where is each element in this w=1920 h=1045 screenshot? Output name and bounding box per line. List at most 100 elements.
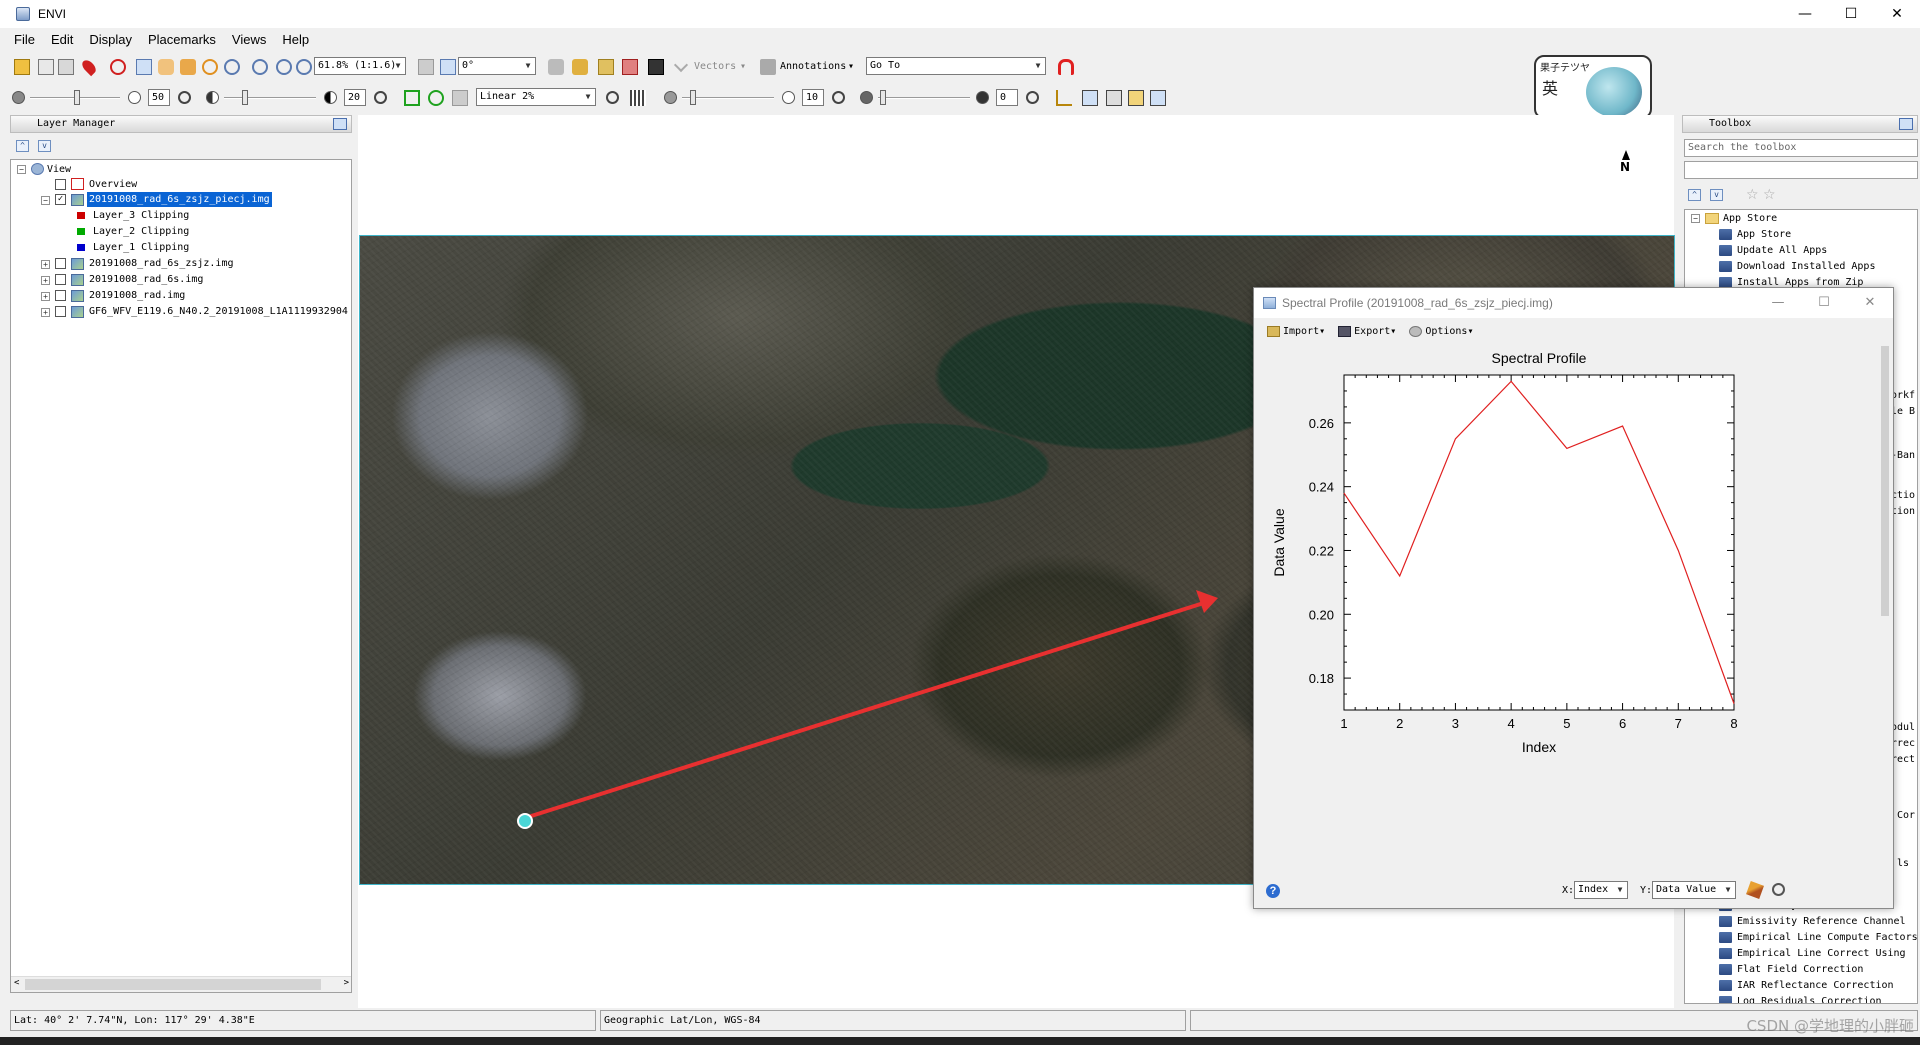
view-blend-icon[interactable] [1106, 90, 1122, 106]
minimize-button[interactable]: — [1782, 0, 1828, 28]
transparency-value[interactable]: 0 [996, 89, 1018, 106]
pan-icon[interactable] [158, 59, 174, 75]
image-icon[interactable] [1082, 90, 1098, 106]
dock-icon[interactable] [333, 118, 347, 130]
dock-icon[interactable] [1899, 118, 1913, 130]
tool-update-all-apps[interactable]: Update All Apps [1737, 243, 1827, 258]
expand-toggle[interactable]: − [1691, 214, 1700, 223]
expand-toggle[interactable]: − [41, 196, 50, 205]
tool-empirical-line-compute[interactable]: Empirical Line Compute Factors [1737, 930, 1917, 945]
expand-all-icon[interactable]: v [38, 140, 51, 152]
reset-transparency-icon[interactable] [1026, 91, 1039, 104]
data-manager-icon[interactable] [38, 59, 54, 75]
tool-iar-reflectance[interactable]: IAR Reflectance Correction [1737, 978, 1894, 993]
layer-item[interactable]: 20191008_rad_6s.img [89, 272, 203, 287]
stretch-icon[interactable] [404, 90, 420, 106]
expand-toggle[interactable]: + [41, 292, 50, 301]
chip-view-icon[interactable] [58, 59, 74, 75]
rotate-right-icon[interactable] [440, 59, 456, 75]
brightness-slider[interactable] [30, 90, 120, 105]
zoom-full-icon[interactable] [296, 59, 312, 75]
toolbox-folder-app-store[interactable]: App Store [1723, 211, 1777, 226]
expand-all-icon[interactable]: v [1710, 189, 1723, 201]
layer-item[interactable]: 20191008_rad_6s_zsjz.img [89, 256, 234, 271]
hand-icon[interactable] [548, 59, 564, 75]
spectral-profile-plot[interactable]: Spectral Profile Index Data Value 1 2 3 4 5 6 7 8 0… [1260, 345, 1880, 865]
expand-toggle[interactable]: + [41, 260, 50, 269]
maximize-button[interactable]: ☐ [1828, 0, 1874, 28]
layer-checkbox[interactable]: ✓ [55, 194, 66, 205]
crosshair-icon[interactable] [110, 59, 126, 75]
zoom-combo[interactable]: 61.8% (1:1.6) ▼ [314, 57, 406, 75]
tool-app-store[interactable]: App Store [1737, 227, 1791, 242]
menu-help[interactable]: Help [274, 28, 317, 52]
transparency-slider[interactable] [878, 90, 970, 105]
options-menu[interactable]: Options ▾ [1409, 325, 1474, 337]
expand-toggle[interactable]: + [41, 276, 50, 285]
rotate-left-icon[interactable] [418, 59, 434, 75]
menu-placemarks[interactable]: Placemarks [140, 28, 224, 52]
stretch-full-icon[interactable] [452, 90, 468, 106]
annotate-icon[interactable] [598, 59, 614, 75]
fly-icon[interactable] [180, 59, 196, 75]
favorite-star-icon[interactable]: ☆ ☆ [1746, 187, 1776, 203]
tool-emissivity-reference-channel[interactable]: Emissivity Reference Channel [1737, 914, 1906, 929]
menu-views[interactable]: Views [224, 28, 274, 52]
expand-toggle[interactable]: + [41, 308, 50, 317]
export-menu[interactable]: Export ▾ [1338, 325, 1396, 337]
help-icon[interactable]: ? [1266, 884, 1280, 898]
tool-log-residuals[interactable]: Log Residuals Correction [1737, 994, 1882, 1003]
sp-close-button[interactable]: ✕ [1847, 288, 1893, 318]
toolbox-search[interactable]: Search the toolbox [1684, 139, 1918, 157]
overview-checkbox[interactable] [55, 179, 66, 190]
layer-3-clipping[interactable]: Layer_3 Clipping [93, 208, 189, 223]
layer-item[interactable]: 20191008_rad.img [89, 288, 185, 303]
contrast-value[interactable]: 20 [344, 89, 366, 106]
layer-selected[interactable]: 20191008_rad_6s_zsjz_piecj.img [87, 192, 272, 207]
view-flicker-icon[interactable] [1128, 90, 1144, 106]
menu-file[interactable]: File [0, 28, 43, 52]
refresh-stretch-icon[interactable] [606, 91, 619, 104]
close-button[interactable]: ✕ [1874, 0, 1920, 28]
stretch-view-icon[interactable] [428, 90, 444, 106]
collapse-all-icon[interactable]: ^ [1688, 189, 1701, 201]
view-swipe-icon[interactable] [1150, 90, 1166, 106]
zoom-in-icon[interactable] [252, 59, 268, 75]
layer-1-clipping[interactable]: Layer_1 Clipping [93, 240, 189, 255]
brush-icon[interactable] [1746, 881, 1764, 899]
placemark-icon[interactable] [79, 57, 99, 77]
expand-toggle[interactable]: − [17, 165, 26, 174]
sharpen-value[interactable]: 10 [802, 89, 824, 106]
profile-icon[interactable] [622, 59, 638, 75]
import-menu[interactable]: Import ▾ [1267, 325, 1325, 337]
layer-2-clipping[interactable]: Layer_2 Clipping [93, 224, 189, 239]
vectors-dropdown[interactable]: Vectors [694, 61, 736, 72]
tool-empirical-line-correct[interactable]: Empirical Line Correct Using [1737, 946, 1906, 961]
layer-checkbox[interactable] [55, 290, 66, 301]
stretch-combo[interactable]: Linear 2% ▼ [476, 88, 596, 106]
select-icon[interactable] [136, 59, 152, 75]
tool-flat-field-correction[interactable]: Flat Field Correction [1737, 962, 1863, 977]
annotations-dropdown[interactable]: Annotations [780, 61, 846, 72]
histogram-icon[interactable] [630, 90, 646, 106]
collapse-all-icon[interactable]: ^ [16, 140, 29, 152]
chart-icon[interactable] [572, 59, 588, 75]
stop-icon[interactable] [1058, 59, 1074, 75]
x-axis-select[interactable]: Index ▼ [1574, 881, 1628, 899]
sharpen-slider[interactable] [682, 90, 774, 105]
refresh-icon[interactable] [1772, 883, 1785, 896]
sp-maximize-button[interactable]: ☐ [1801, 288, 1847, 318]
tool-download-installed-apps[interactable]: Download Installed Apps [1737, 259, 1875, 274]
annotations-icon[interactable] [760, 59, 776, 75]
zoom-out-icon[interactable] [276, 59, 292, 75]
menu-edit[interactable]: Edit [43, 28, 81, 52]
sp-minimize-button[interactable]: — [1755, 288, 1801, 318]
brightness-value[interactable]: 50 [148, 89, 170, 106]
layer-checkbox[interactable] [55, 258, 66, 269]
toolbox-search-results[interactable] [1684, 161, 1918, 179]
menu-display[interactable]: Display [81, 28, 140, 52]
ruler-icon[interactable] [1056, 90, 1072, 106]
layer-tree-hscroll[interactable]: < > [11, 976, 351, 992]
spectral-profile-titlebar[interactable]: Spectral Profile (20191008_rad_6s_zsjz_p… [1254, 288, 1893, 318]
sp-vscroll[interactable] [1879, 346, 1891, 866]
